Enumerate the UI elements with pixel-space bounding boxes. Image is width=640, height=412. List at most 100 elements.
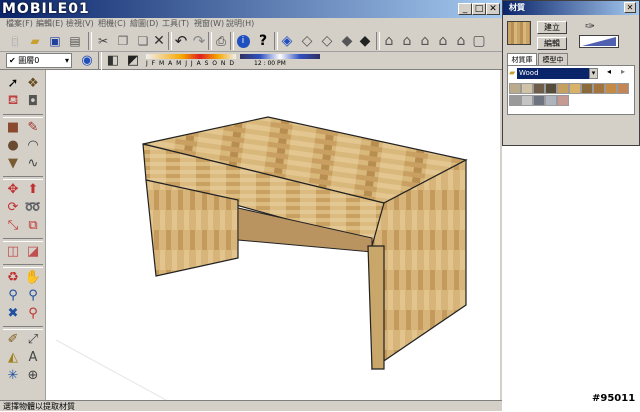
material-swatch[interactable] [533,95,545,106]
maximize-button[interactable]: □ [472,3,486,15]
polygon-icon[interactable]: ▼ [3,154,23,172]
move-icon[interactable]: ✥ [3,180,23,198]
line-pencil-icon[interactable]: ✎ [23,118,43,136]
eyedropper-icon[interactable]: ✑ [585,19,595,33]
erase-icon[interactable]: ✕ [150,32,168,50]
menu-draw[interactable]: 繪圖(D) [130,18,158,30]
house-front-icon[interactable]: ⌂ [416,32,434,50]
create-material-button[interactable]: 建立 [537,21,567,34]
intersect-icon[interactable]: ◫ [3,242,23,260]
house-top-icon[interactable]: ⌂ [398,32,416,50]
minimize-button[interactable]: _ [458,3,472,15]
shaded-view-icon[interactable]: ◆ [356,32,374,50]
arc-icon[interactable]: ◠ [23,136,43,154]
dimension-icon[interactable]: ⤢ [23,330,43,348]
material-swatch[interactable] [581,83,593,94]
material-swatch[interactable] [521,95,533,106]
chevron-down-icon[interactable]: ▾ [589,68,598,79]
close-button[interactable]: ✕ [486,3,500,15]
undo-icon[interactable]: ↶ [172,32,190,50]
menu-tools[interactable]: 工具(T) [162,18,189,30]
front-view-icon[interactable]: ◇ [318,32,336,50]
material-swatch[interactable] [545,83,557,94]
protractor-icon[interactable]: ◭ [3,348,23,366]
sketchup-main-window: MOBILE01 _ □ ✕ 檔案(F) 編輯(E) 檢視(V) 相機(C) 繪… [0,0,502,411]
layer-manager-icon[interactable]: ◉ [78,52,96,70]
axes-icon[interactable]: ✳ [3,366,23,384]
menu-camera[interactable]: 相機(C) [98,18,126,30]
tape-measure-icon[interactable]: ✐ [3,330,23,348]
menu-help[interactable]: 說明(H) [226,18,254,30]
material-swatch[interactable] [557,95,569,106]
iso-view-icon[interactable]: ◈ [278,32,296,50]
time-slider[interactable] [240,54,320,59]
tab-library[interactable]: 材質庫 [507,53,537,65]
shadow-settings-icon[interactable]: ◧ [104,52,122,70]
zoom-window-icon[interactable]: ⚲ [23,286,43,304]
material-swatch[interactable] [593,83,605,94]
top-view-icon[interactable]: ◇ [298,32,316,50]
layer-dropdown[interactable]: ✔ 圖層0 ▾ [6,53,72,68]
select-arrow-icon[interactable]: ➚ [3,74,23,92]
print-icon[interactable]: ⎙ [212,32,230,50]
material-swatch[interactable] [533,83,545,94]
offset-icon[interactable]: ⧉ [23,216,43,234]
menu-window[interactable]: 視窗(W) [194,18,224,30]
material-swatch[interactable] [509,83,521,94]
menu-edit[interactable]: 編輯(E) [36,18,63,30]
material-swatch[interactable] [557,83,569,94]
forward-arrow-icon[interactable]: ▸ [621,67,625,76]
follow-me-icon[interactable]: ➿ [23,198,43,216]
house-left-icon[interactable]: ▢ [470,32,488,50]
zoom-icon[interactable]: ⚲ [3,286,23,304]
redo-icon[interactable]: ↷ [190,32,208,50]
drawing-viewport[interactable] [46,70,500,400]
table-right-leg-edge[interactable] [367,245,385,370]
make-component-icon[interactable]: ▤ [66,32,84,50]
scale-icon[interactable]: ⤡ [3,216,23,234]
save-icon[interactable]: ▣ [46,32,64,50]
make-component-icon[interactable]: ❖ [23,74,43,92]
outer-shell-icon[interactable]: ◪ [23,242,43,260]
material-swatch[interactable] [521,83,533,94]
close-icon[interactable]: ✕ [624,2,636,13]
rotate-icon[interactable]: ⟳ [3,198,23,216]
material-swatch[interactable] [617,83,629,94]
3d-text-icon[interactable]: ⊕ [23,366,43,384]
back-arrow-icon[interactable]: ◂ [607,67,611,76]
tab-in-model[interactable]: 模型中 [538,53,568,65]
title-bar: MOBILE01 _ □ ✕ [0,0,502,18]
material-swatch[interactable] [605,83,617,94]
house-iso-icon[interactable]: ⌂ [380,32,398,50]
pan-hand-icon[interactable]: ✋ [23,268,43,286]
cut-icon[interactable]: ✂ [94,32,112,50]
right-view-icon[interactable]: ◆ [338,32,356,50]
open-folder-icon[interactable]: ▰ [26,32,44,50]
layer-check-icon: ✔ [9,56,19,65]
previous-view-icon[interactable]: ⚲ [23,304,43,322]
zoom-extents-icon[interactable]: ✖ [3,304,23,322]
text-tool-icon[interactable]: A [23,348,43,366]
edit-material-button[interactable]: 編輯 [537,37,567,50]
library-dropdown[interactable]: Wood [517,68,597,79]
material-swatch[interactable] [569,83,581,94]
month-slider[interactable] [146,54,236,59]
help-icon[interactable]: ? [254,32,272,50]
material-swatch[interactable] [509,95,521,106]
display-shadows-icon[interactable]: ◩ [124,52,142,70]
freehand-icon[interactable]: ∿ [23,154,43,172]
paint-bucket-icon[interactable]: ⛾ [3,92,23,110]
circle-icon[interactable]: ● [3,136,23,154]
house-right-icon[interactable]: ⌂ [434,32,452,50]
orbit-icon[interactable]: ♻ [3,268,23,286]
menu-file[interactable]: 檔案(F) [6,18,33,30]
model-info-icon[interactable]: i [234,32,252,50]
push-pull-icon[interactable]: ⬆ [23,180,43,198]
house-back-icon[interactable]: ⌂ [452,32,470,50]
new-file-icon[interactable]: ▯ [6,32,24,50]
menu-view[interactable]: 檢視(V) [66,18,94,30]
material-swatch[interactable] [545,95,557,106]
rectangle-icon[interactable]: ■ [3,118,23,136]
eraser-icon[interactable]: ◘ [23,92,43,110]
copy-icon[interactable]: ❐ [114,32,132,50]
